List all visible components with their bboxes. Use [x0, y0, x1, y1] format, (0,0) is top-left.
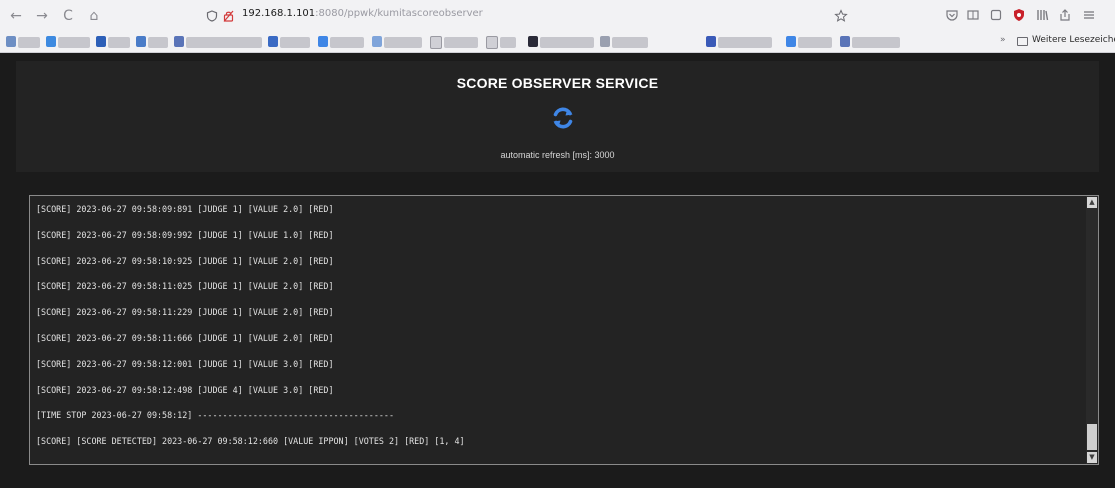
bookmark-item[interactable]: [108, 37, 130, 48]
bookmark-item[interactable]: [58, 37, 90, 48]
url-text[interactable]: 192.168.1.101:8080/ppwk/kumitascoreobser…: [242, 8, 483, 19]
log-line: [SCORE] 2023-06-27 09:58:12:001 [JUDGE 1…: [36, 358, 334, 369]
log-line: [SCORE] 2023-06-27 09:58:09:891 [JUDGE 1…: [36, 204, 334, 214]
bookmark-icon[interactable]: [372, 36, 382, 47]
url-host: 192.168.1.101: [242, 8, 316, 19]
bookmark-icon[interactable]: [430, 36, 442, 49]
insecure-lock-icon[interactable]: [223, 10, 234, 22]
refresh-interval-label: automatic refresh [ms]: 3000: [500, 150, 615, 160]
bookmark-item[interactable]: [852, 37, 900, 48]
bookmark-item[interactable]: [718, 37, 772, 48]
bookmark-star-icon[interactable]: [834, 9, 848, 23]
address-bar[interactable]: 192.168.1.101:8080/ppwk/kumitascoreobser…: [198, 5, 848, 27]
bookmark-icon[interactable]: [136, 36, 146, 47]
folder-icon[interactable]: [1017, 37, 1028, 46]
bookmarks-overflow-icon[interactable]: »: [1000, 35, 1006, 45]
log-lines: [SCORE] 2023-06-27 09:58:09:891 [JUDGE 1…: [36, 200, 1076, 458]
scroll-thumb[interactable]: [1087, 424, 1097, 450]
share-icon[interactable]: [1058, 8, 1072, 22]
bookmark-icon[interactable]: [268, 36, 278, 47]
refresh-icon[interactable]: [550, 105, 576, 131]
home-icon[interactable]: ⌂: [84, 6, 104, 26]
bookmark-icon[interactable]: [46, 36, 56, 47]
ublock-shield-icon[interactable]: [1012, 8, 1026, 22]
log-line: [SCORE] 2023-06-27 09:58:10:925 [JUDGE 1…: [36, 255, 334, 266]
bookmarks-toolbar: » Weitere Lesezeichen: [0, 33, 1115, 51]
bookmark-item[interactable]: [148, 37, 168, 48]
log-line: [SCORE] 2023-06-27 09:58:12:498 [JUDGE 4…: [36, 384, 334, 395]
page-header: SCORE OBSERVER SERVICE automatic refresh…: [16, 61, 1099, 172]
bookmark-item[interactable]: [612, 37, 648, 48]
bookmark-item[interactable]: [540, 37, 594, 48]
forward-icon[interactable]: →: [32, 6, 52, 26]
reload-icon[interactable]: C: [58, 6, 78, 26]
reader-view-icon[interactable]: [966, 8, 980, 22]
bookmark-item[interactable]: [186, 37, 262, 48]
bookmark-icon[interactable]: [706, 36, 716, 47]
page-title: SCORE OBSERVER SERVICE: [456, 75, 659, 91]
bookmark-item[interactable]: [18, 37, 40, 48]
bookmark-icon[interactable]: [528, 36, 538, 47]
bookmark-icon[interactable]: [6, 36, 16, 47]
bookmark-icon[interactable]: [174, 36, 184, 47]
back-icon[interactable]: ←: [6, 6, 26, 26]
log-line: [TIME STOP 2023-06-27 09:58:12] --------…: [36, 410, 394, 421]
browser-chrome: ← → C ⌂ 192.168.1.101:8080/ppwk/kumitasc…: [0, 0, 1115, 53]
library-icon[interactable]: [1035, 8, 1049, 22]
bookmark-item[interactable]: [798, 37, 832, 48]
scroll-up-icon[interactable]: ▲: [1087, 197, 1097, 208]
bookmark-item[interactable]: [500, 37, 516, 48]
log-line: [SCORE] 2023-06-27 09:58:11:025 [JUDGE 1…: [36, 281, 334, 292]
scroll-down-icon[interactable]: ▼: [1087, 452, 1097, 463]
container-icon[interactable]: [989, 8, 1003, 22]
url-path: :8080/ppwk/kumitascoreobserver: [315, 8, 483, 19]
bookmark-item[interactable]: [444, 37, 478, 48]
bookmark-item[interactable]: [280, 37, 310, 48]
bookmark-item[interactable]: [384, 37, 422, 48]
bookmark-icon[interactable]: [318, 36, 328, 47]
bookmark-icon[interactable]: [600, 36, 610, 47]
bookmark-icon[interactable]: [96, 36, 106, 47]
bookmark-icon[interactable]: [486, 36, 498, 49]
bookmark-icon[interactable]: [786, 36, 796, 47]
bookmark-item[interactable]: [330, 37, 364, 48]
log-line: [SCORE] [SCORE DETECTED] 2023-06-27 09:5…: [36, 436, 465, 447]
browser-toolbar: ← → C ⌂ 192.168.1.101:8080/ppwk/kumitasc…: [0, 0, 1115, 32]
scrollbar[interactable]: ▲ ▼: [1086, 196, 1098, 464]
log-line: [SCORE] 2023-06-27 09:58:11:666 [JUDGE 1…: [36, 332, 334, 343]
log-line: [SCORE] 2023-06-27 09:58:11:229 [JUDGE 1…: [36, 307, 334, 318]
bookmark-icon[interactable]: [840, 36, 850, 47]
other-bookmarks[interactable]: Weitere Lesezeichen: [1032, 35, 1115, 45]
shield-icon[interactable]: [206, 10, 218, 22]
log-textarea[interactable]: [SCORE] 2023-06-27 09:58:09:891 [JUDGE 1…: [29, 195, 1099, 465]
pocket-icon[interactable]: [945, 8, 959, 22]
log-line: [SCORE] 2023-06-27 09:58:09:992 [JUDGE 1…: [36, 229, 334, 240]
menu-icon[interactable]: [1082, 8, 1096, 22]
